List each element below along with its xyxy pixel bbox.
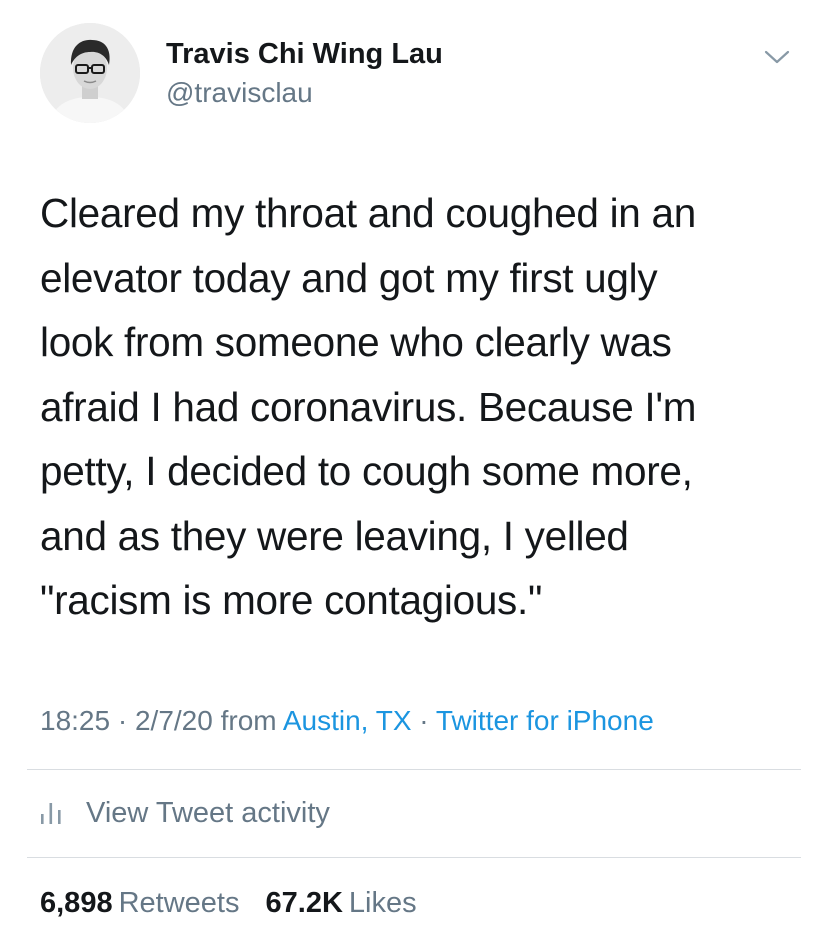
tweet-text: Cleared my throat and coughed in an elev… bbox=[40, 181, 800, 633]
avatar-photo bbox=[40, 23, 140, 123]
view-tweet-activity-label: View Tweet activity bbox=[86, 796, 330, 829]
tweet-text-line: Cleared my throat and coughed in an bbox=[40, 190, 696, 236]
meta-separator: · bbox=[117, 705, 128, 736]
tweet-text-line: "racism is more contagious." bbox=[40, 577, 543, 623]
retweets-label: Retweets bbox=[118, 887, 240, 919]
divider bbox=[27, 857, 801, 858]
view-tweet-activity-button[interactable]: View Tweet activity bbox=[40, 793, 330, 833]
retweets-count: 6,898 bbox=[40, 887, 113, 919]
tweet-text-line: look from someone who clearly was bbox=[40, 319, 672, 365]
meta-separator: · bbox=[419, 705, 429, 736]
tweet-meta: 18:25 · 2/7/20 from Austin, TX · Twitter… bbox=[40, 702, 654, 740]
author-handle[interactable]: @travisclau bbox=[166, 76, 443, 110]
likes-count: 67.2K bbox=[265, 887, 343, 919]
tweet-time: 18:25 bbox=[40, 705, 111, 736]
tweet-text-line: and as they were leaving, I yelled bbox=[40, 512, 629, 559]
tweet-author[interactable]: Travis Chi Wing Lau @travisclau bbox=[166, 36, 443, 110]
divider bbox=[27, 769, 801, 770]
location-link[interactable]: Austin, TX bbox=[283, 705, 412, 736]
author-display-name[interactable]: Travis Chi Wing Lau bbox=[166, 36, 443, 72]
chevron-down-icon[interactable] bbox=[762, 46, 792, 68]
avatar[interactable] bbox=[40, 23, 140, 123]
likes-label: Likes bbox=[348, 887, 417, 919]
from-label: from bbox=[220, 705, 277, 736]
tweet-text-line: petty, I decided to cough some more, bbox=[40, 448, 693, 494]
retweets-stat[interactable]: 6,898 Retweets bbox=[40, 884, 239, 922]
tweet-text-line: elevator today and got my first ugly bbox=[40, 254, 658, 301]
bar-chart-icon bbox=[40, 801, 62, 825]
likes-stat[interactable]: 67.2K Likes bbox=[266, 884, 417, 922]
tweet-date: 2/7/20 bbox=[134, 705, 213, 736]
tweet-stats: 6,898 Retweets 67.2K Likes bbox=[40, 884, 417, 922]
source-link[interactable]: Twitter for iPhone bbox=[436, 705, 654, 736]
tweet-text-line: afraid I had coronavirus. Because I'm bbox=[40, 383, 697, 430]
